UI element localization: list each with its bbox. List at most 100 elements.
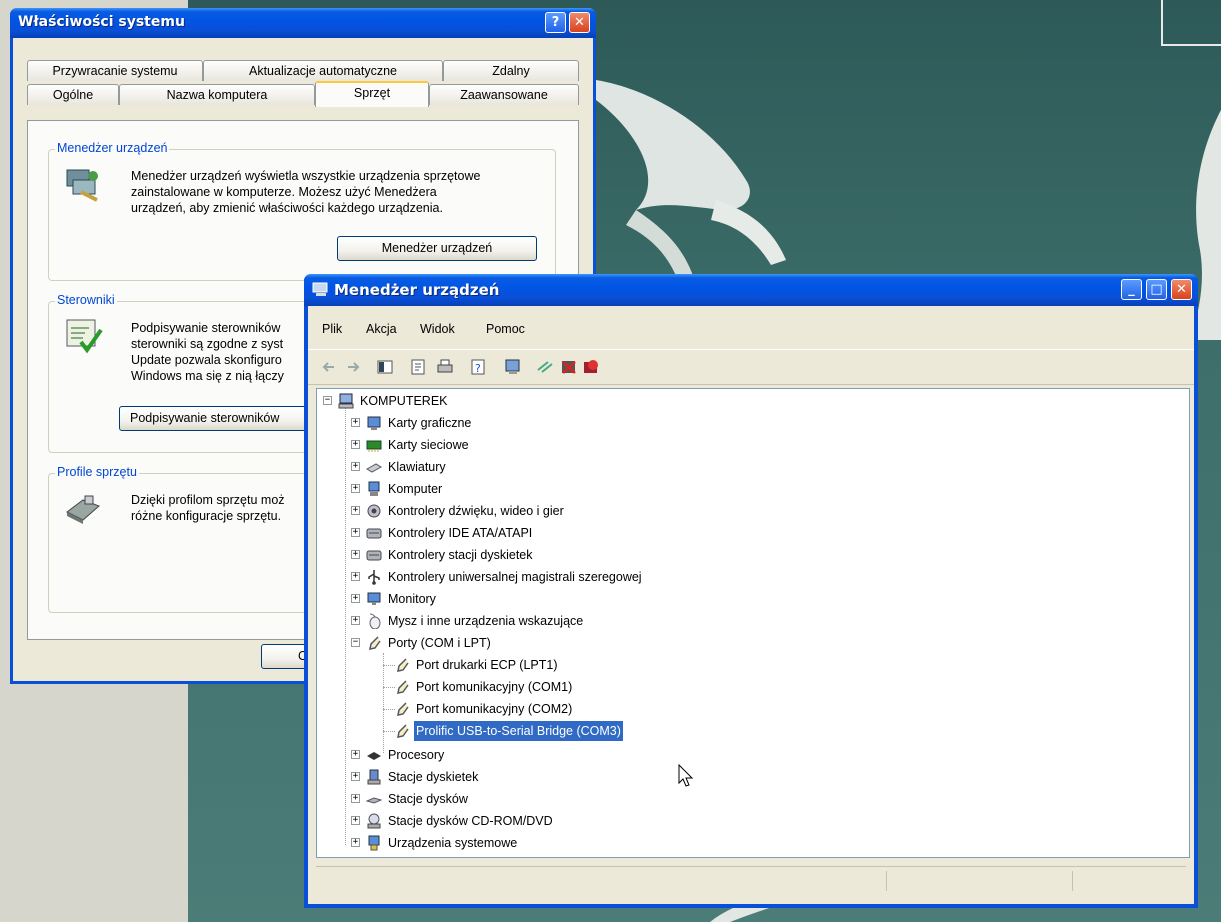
monitor-icon — [367, 592, 381, 605]
expand-toggle[interactable]: + — [351, 440, 360, 449]
expand-toggle[interactable]: + — [351, 772, 360, 781]
tree-item-computer[interactable]: + Komputer — [351, 479, 851, 499]
menu-help[interactable]: Pomoc — [486, 322, 525, 336]
disk-drive-icon — [366, 797, 382, 804]
tree-item-mice[interactable]: + Mysz i inne urządzenia wskazujące — [351, 611, 851, 631]
tree-item-system-devices[interactable]: + Urządzenia systemowe — [351, 833, 851, 853]
system-properties-titlebar[interactable]: Właściwości systemu ? ✕ — [10, 8, 596, 38]
tree-item-keyboards[interactable]: + Klawiatury — [351, 457, 851, 477]
status-divider — [1072, 871, 1074, 891]
tree-item-label: Prolific USB-to-Serial Bridge (COM3) — [413, 720, 624, 742]
disk-controller-icon — [366, 528, 382, 539]
tree-item-processors[interactable]: + Procesory — [351, 745, 851, 765]
menu-view[interactable]: Widok — [420, 322, 455, 336]
help-button[interactable]: ? — [545, 12, 566, 33]
tree-item-monitors[interactable]: + Monitory — [351, 589, 851, 609]
console-tree-icon[interactable] — [376, 358, 394, 376]
device-manager-button[interactable]: Menedżer urządzeń — [337, 236, 537, 261]
tree-item-port-lpt1[interactable]: Port drukarki ECP (LPT1) — [379, 655, 879, 675]
help-icon[interactable]: ? — [470, 358, 488, 376]
device-tree[interactable]: − KOMPUTEREK + Karty graficzne + Karty s… — [316, 388, 1190, 858]
tab-computer-name[interactable]: Nazwa komputera — [119, 84, 315, 105]
disable-icon[interactable] — [582, 358, 600, 376]
uninstall-icon[interactable] — [560, 358, 578, 376]
tree-item-disk-drives[interactable]: + Stacje dysków — [351, 789, 851, 809]
tree-root[interactable]: − KOMPUTEREK — [323, 391, 723, 411]
tree-item-usb-controllers[interactable]: + Kontrolery uniwersalnej magistrali sze… — [351, 567, 851, 587]
collapse-toggle[interactable]: − — [351, 638, 360, 647]
expand-toggle[interactable]: + — [351, 794, 360, 803]
expand-toggle[interactable]: + — [351, 594, 360, 603]
menu-action[interactable]: Akcja — [366, 322, 397, 336]
close-button[interactable]: ✕ — [569, 12, 590, 33]
tab-remote[interactable]: Zdalny — [443, 60, 579, 81]
tree-item-label: Kontrolery stacji dyskietek — [388, 548, 533, 562]
tree-item-port-com2[interactable]: Port komunikacyjny (COM2) — [379, 699, 879, 719]
tab-row-1: Przywracanie systemu Aktualizacje automa… — [27, 60, 583, 82]
maximize-button[interactable]: □ — [1146, 279, 1167, 300]
tree-item-cdrom-drives[interactable]: + Stacje dysków CD-ROM/DVD — [351, 811, 851, 831]
usb-icon — [368, 570, 380, 585]
tree-item-label: Stacje dysków — [388, 792, 468, 806]
tree-item-label: Port komunikacyjny (COM1) — [416, 680, 573, 694]
tree-item-display-adapters[interactable]: + Karty graficzne — [351, 413, 851, 433]
port-icon — [397, 702, 409, 716]
tab-automatic-updates[interactable]: Aktualizacje automatyczne — [203, 60, 443, 81]
tab-system-restore[interactable]: Przywracanie systemu — [27, 60, 203, 81]
update-driver-icon[interactable] — [536, 358, 554, 376]
tree-item-floppy-controllers[interactable]: + Kontrolery stacji dyskietek — [351, 545, 851, 565]
tree-item-ide-controllers[interactable]: + Kontrolery IDE ATA/ATAPI — [351, 523, 851, 543]
port-icon — [397, 658, 409, 672]
expand-toggle[interactable]: + — [351, 750, 360, 759]
scan-hardware-icon[interactable] — [504, 358, 522, 376]
tree-item-floppy-drives[interactable]: + Stacje dyskietek — [351, 767, 851, 787]
swan-left-image — [596, 80, 786, 288]
tree-item-label: Komputer — [388, 482, 443, 496]
expand-toggle[interactable]: + — [351, 484, 360, 493]
tab-hardware[interactable]: Sprzęt — [315, 81, 429, 107]
expand-toggle[interactable]: + — [351, 616, 360, 625]
expand-toggle[interactable]: + — [351, 418, 360, 427]
tree-item-label: Kontrolery uniwersalnej magistrali szere… — [388, 570, 642, 584]
keyboard-icon — [366, 463, 382, 473]
expand-toggle[interactable]: + — [351, 816, 360, 825]
expand-toggle[interactable]: + — [351, 550, 360, 559]
menu-file[interactable]: Plik — [322, 322, 342, 336]
tree-root-label: KOMPUTEREK — [360, 394, 448, 408]
desktop-corner-frame — [1161, 0, 1221, 46]
toolbar: ? — [308, 349, 1194, 385]
minimize-button[interactable]: _ — [1121, 279, 1142, 300]
device-manager-titlebar[interactable]: Menedżer urządzeń _ □ ✕ — [304, 274, 1198, 306]
mouse-cursor-icon — [678, 764, 694, 787]
tree-item-label: Stacje dyskietek — [388, 770, 479, 784]
print-icon[interactable] — [436, 358, 454, 376]
expand-toggle[interactable]: + — [351, 462, 360, 471]
tree-item-port-com3-selected[interactable]: Prolific USB-to-Serial Bridge (COM3) — [379, 720, 879, 742]
tree-item-port-com1[interactable]: Port komunikacyjny (COM1) — [379, 677, 879, 697]
back-icon[interactable] — [320, 358, 338, 376]
mouse-icon — [369, 613, 381, 629]
device-manager-icon — [66, 169, 98, 202]
collapse-toggle[interactable]: − — [323, 396, 332, 405]
tree-item-label: Urządzenia systemowe — [388, 836, 518, 850]
tab-advanced[interactable]: Zaawansowane — [429, 84, 579, 105]
expand-toggle[interactable]: + — [351, 838, 360, 847]
forward-icon[interactable] — [344, 358, 362, 376]
tab-general[interactable]: Ogólne — [27, 84, 119, 105]
expand-toggle[interactable]: + — [351, 506, 360, 515]
tree-item-sound-controllers[interactable]: + Kontrolery dźwięku, wideo i gier — [351, 501, 851, 521]
tree-item-label: Kontrolery IDE ATA/ATAPI — [388, 526, 533, 540]
expand-toggle[interactable]: + — [351, 528, 360, 537]
tree-item-label: Kontrolery dźwięku, wideo i gier — [388, 504, 564, 518]
driver-signing-icon — [66, 319, 103, 354]
properties-icon[interactable] — [410, 358, 428, 376]
expand-toggle[interactable]: + — [351, 572, 360, 581]
hardware-profiles-legend: Profile sprzętu — [55, 465, 139, 479]
close-button[interactable]: ✕ — [1171, 279, 1192, 300]
tree-item-label: Procesory — [388, 748, 445, 762]
tree-item-label: Porty (COM i LPT) — [388, 636, 491, 650]
tree-item-network-adapters[interactable]: + Karty sieciowe — [351, 435, 851, 455]
display-adapter-icon — [367, 416, 381, 430]
hardware-profiles-icon — [66, 495, 100, 524]
tree-item-ports[interactable]: − Porty (COM i LPT) — [351, 633, 851, 653]
